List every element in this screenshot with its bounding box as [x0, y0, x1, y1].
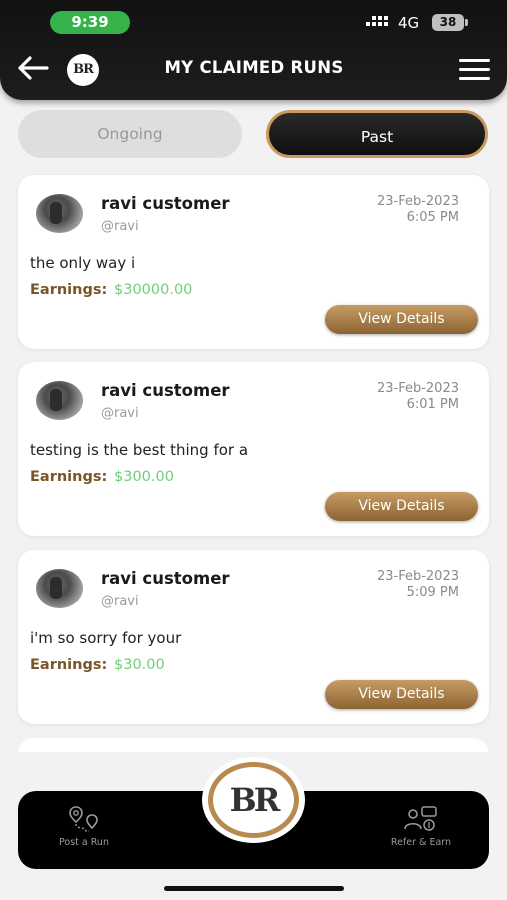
run-time: 5:09 PM [406, 585, 459, 600]
hamburger-menu-icon[interactable] [459, 59, 490, 81]
run-description: testing is the best thing for a [30, 441, 249, 459]
earnings-label: Earnings: [30, 657, 108, 673]
run-card: ravi customer @ravi 23-Feb-2023 6:01 PM … [18, 362, 489, 536]
route-pin-icon [69, 806, 98, 832]
avatar [36, 569, 83, 608]
run-datetime: 23-Feb-2023 6:05 PM [377, 194, 459, 226]
app-header: 9:39 4G 38 BR MY CLAIMED RUNS [0, 0, 507, 100]
nav-post-a-run[interactable]: Post a Run [34, 805, 134, 848]
customer-name: ravi customer [101, 381, 230, 400]
run-description: the only way i [30, 254, 136, 272]
view-details-button[interactable]: View Details [325, 680, 478, 709]
network-type: 4G [398, 14, 420, 32]
run-time: 6:05 PM [406, 210, 459, 225]
earnings-label: Earnings: [30, 282, 108, 298]
run-date: 23-Feb-2023 [376, 381, 459, 396]
run-description: i'm so sorry for your [30, 629, 182, 647]
back-arrow-icon[interactable] [16, 55, 50, 81]
earnings-label: Earnings: [30, 469, 108, 485]
customer-handle: @ravi [101, 406, 139, 421]
nav-refer-label: Refer & Earn [390, 837, 452, 848]
home-indicator[interactable] [164, 886, 344, 891]
customer-name: ravi customer [101, 194, 230, 213]
customer-name: ravi customer [101, 569, 230, 588]
tab-past[interactable]: Past [266, 110, 488, 158]
customer-handle: @ravi [101, 219, 139, 234]
view-details-button[interactable]: View Details [325, 492, 478, 521]
run-datetime: 23-Feb-2023 5:09 PM [377, 569, 459, 601]
center-home-button[interactable]: BR [202, 757, 305, 843]
refer-earn-icon [404, 806, 437, 831]
run-card: ravi customer @ravi 23-Feb-2023 5:09 PM … [18, 550, 489, 724]
earnings-value: $30000.00 [114, 282, 193, 298]
signal-icon [366, 16, 392, 30]
status-time: 9:39 [50, 11, 130, 34]
customer-handle: @ravi [101, 594, 139, 609]
run-card: ravi customer @ravi 23-Feb-2023 6:05 PM … [18, 175, 489, 349]
run-date: 23-Feb-2023 [376, 194, 459, 209]
run-time: 6:01 PM [406, 397, 459, 412]
battery-icon: 38 [432, 14, 468, 31]
view-details-button[interactable]: View Details [325, 305, 478, 334]
avatar [36, 381, 83, 420]
brand-logo-large: BR [208, 762, 299, 838]
page-title: MY CLAIMED RUNS [164, 58, 344, 77]
tab-ongoing[interactable]: Ongoing [18, 110, 242, 158]
nav-post-label: Post a Run [59, 837, 109, 848]
earnings-value: $300.00 [114, 469, 174, 485]
earnings-value: $30.00 [114, 657, 165, 673]
run-date: 23-Feb-2023 [376, 569, 459, 584]
avatar [36, 194, 83, 233]
brand-logo: BR [67, 54, 99, 86]
run-datetime: 23-Feb-2023 6:01 PM [377, 381, 459, 413]
nav-refer-earn[interactable]: Refer & Earn [371, 805, 471, 848]
